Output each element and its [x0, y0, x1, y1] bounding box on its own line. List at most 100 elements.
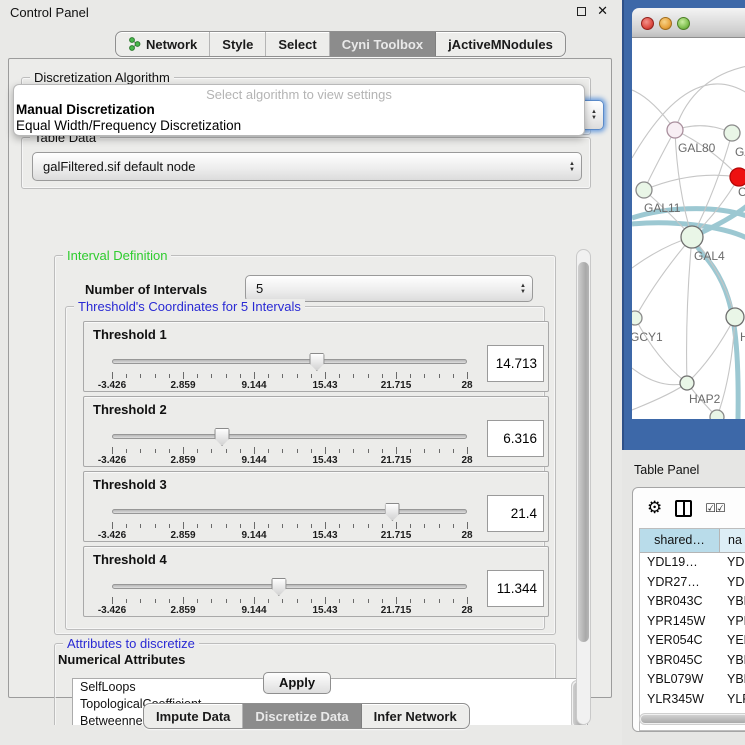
network-node[interactable]	[667, 122, 683, 138]
close-icon[interactable]: ✕	[597, 3, 608, 19]
network-node[interactable]	[710, 410, 724, 419]
cell-shared-name[interactable]: YPR145W	[640, 612, 720, 632]
slider-track[interactable]	[112, 359, 467, 364]
tick-mark	[382, 374, 383, 378]
network-canvas[interactable]: GAL80GACGAL11GAL4GCY1HHAP2	[632, 38, 745, 419]
threshold-value-field[interactable]: 6.316	[487, 420, 544, 457]
control-panel-titlebar: Control Panel ✕	[0, 0, 622, 24]
dropdown-prompt-item[interactable]: Select algorithm to view settings	[14, 85, 584, 102]
columns-icon[interactable]	[675, 500, 692, 517]
tab-jactivemnodules[interactable]: jActiveMNodules	[436, 32, 565, 56]
tab-network[interactable]: Network	[116, 32, 210, 56]
cell-shared-name[interactable]: YBR045C	[640, 651, 720, 671]
tick-label: 15.43	[312, 605, 337, 616]
network-edge[interactable]	[632, 383, 687, 410]
slider-thumb[interactable]	[215, 428, 230, 446]
slider-track[interactable]	[112, 434, 467, 439]
table-hscrollbar[interactable]	[639, 713, 745, 725]
network-edge[interactable]	[632, 90, 675, 130]
network-edge[interactable]	[635, 318, 687, 383]
maximize-traffic-light[interactable]	[677, 17, 690, 30]
network-node[interactable]	[726, 308, 744, 326]
number-of-intervals-combobox[interactable]: 5 ▲▼	[245, 275, 533, 302]
threshold-value-field[interactable]: 11.344	[487, 570, 544, 607]
float-icon[interactable]	[577, 7, 586, 16]
table-row[interactable]: YBL079WYBL0	[640, 670, 745, 690]
checkbox-icons[interactable]: ☑☑	[705, 501, 725, 515]
network-node[interactable]	[632, 311, 642, 325]
settings-scrollbar-thumb[interactable]	[578, 262, 589, 642]
network-node[interactable]	[636, 182, 652, 198]
tab-select[interactable]: Select	[266, 32, 329, 56]
cell-name[interactable]: YER0	[720, 631, 745, 651]
dropdown-item-equal-width[interactable]: Equal Width/Frequency Discretization	[14, 118, 584, 134]
cell-name[interactable]: YPR1	[720, 612, 745, 632]
tick-mark	[140, 374, 141, 378]
table-row[interactable]: YBR045CYBR0	[640, 651, 745, 671]
tick-mark	[226, 599, 227, 603]
cell-name[interactable]: YDL1	[720, 553, 745, 573]
tab-discretize-data[interactable]: Discretize Data	[243, 704, 361, 728]
cell-name[interactable]: YLR3	[720, 690, 745, 710]
dropdown-item-manual[interactable]: Manual Discretization	[14, 102, 584, 118]
table-row[interactable]: YER054CYER0	[640, 631, 745, 651]
slider-track[interactable]	[112, 584, 467, 589]
network-node[interactable]	[724, 125, 740, 141]
cell-name[interactable]: YBL0	[720, 670, 745, 690]
combo-stepper-icon: ▲▼	[569, 153, 575, 180]
column-header-name[interactable]: na	[720, 529, 745, 552]
tick-label: -3.426	[98, 605, 126, 616]
network-edge[interactable]	[687, 237, 692, 383]
table-row[interactable]: YDL19…YDL1	[640, 553, 745, 573]
threshold-value-field[interactable]: 21.4	[487, 495, 544, 532]
cell-name[interactable]: YBR0	[720, 592, 745, 612]
table-row[interactable]: YDR27…YDR2	[640, 573, 745, 593]
slider-thumb[interactable]	[271, 578, 286, 596]
threshold-slider[interactable]: -3.4262.8599.14415.4321.71528	[112, 431, 467, 461]
network-edge[interactable]	[675, 66, 745, 130]
tab-cyni-toolbox[interactable]: Cyni Toolbox	[330, 32, 436, 56]
network-window[interactable]: GAL80GACGAL11GAL4GCY1HHAP2	[622, 0, 745, 450]
threshold-slider[interactable]: -3.4262.8599.14415.4321.71528	[112, 356, 467, 386]
network-window-titlebar[interactable]	[632, 8, 745, 38]
threshold-slider[interactable]: -3.4262.8599.14415.4321.71528	[112, 581, 467, 611]
cell-shared-name[interactable]: YDR27…	[640, 573, 720, 593]
network-node[interactable]	[680, 376, 694, 390]
tab-infer-network[interactable]: Infer Network	[362, 704, 469, 728]
threshold-slider[interactable]: -3.4262.8599.14415.4321.71528	[112, 506, 467, 536]
network-node[interactable]	[730, 168, 745, 186]
tab-impute-data[interactable]: Impute Data	[144, 704, 243, 728]
cell-shared-name[interactable]: YBL079W	[640, 670, 720, 690]
threshold-value-field[interactable]: 14.713	[487, 345, 544, 382]
table-hscrollbar-thumb[interactable]	[641, 715, 745, 723]
close-traffic-light[interactable]	[641, 17, 654, 30]
slider-thumb[interactable]	[385, 503, 400, 521]
algorithm-group-title: Discretization Algorithm	[30, 70, 174, 85]
gear-icon[interactable]: ⚙	[647, 498, 662, 518]
slider-track[interactable]	[112, 509, 467, 514]
minimize-traffic-light[interactable]	[659, 17, 672, 30]
network-edge[interactable]	[687, 317, 735, 383]
tick-mark	[254, 597, 255, 604]
table-row[interactable]: YBR043CYBR0	[640, 592, 745, 612]
column-header-shared-name[interactable]: shared…	[640, 529, 720, 552]
apply-button[interactable]: Apply	[263, 672, 331, 694]
cell-shared-name[interactable]: YER054C	[640, 631, 720, 651]
tab-style[interactable]: Style	[210, 32, 266, 56]
tick-label: 28	[461, 455, 472, 466]
cell-shared-name[interactable]: YLR345W	[640, 690, 720, 710]
cell-shared-name[interactable]: YBR043C	[640, 592, 720, 612]
network-node[interactable]	[681, 226, 703, 248]
table-data-combobox[interactable]: galFiltered.sif default node ▲▼	[32, 152, 582, 181]
table-row[interactable]: YPR145WYPR1	[640, 612, 745, 632]
network-edge[interactable]	[635, 237, 692, 318]
slider-thumb[interactable]	[309, 353, 324, 371]
cell-shared-name[interactable]: YDL19…	[640, 553, 720, 573]
settings-scrollbar[interactable]	[576, 249, 591, 725]
threshold-row: Threshold 2 -3.4262.8599.14415.4321.7152…	[83, 396, 549, 467]
network-edge[interactable]	[644, 175, 739, 190]
tick-mark	[126, 599, 127, 603]
cell-name[interactable]: YBR0	[720, 651, 745, 671]
table-row[interactable]: YLR345WYLR3	[640, 690, 745, 710]
cell-name[interactable]: YDR2	[720, 573, 745, 593]
